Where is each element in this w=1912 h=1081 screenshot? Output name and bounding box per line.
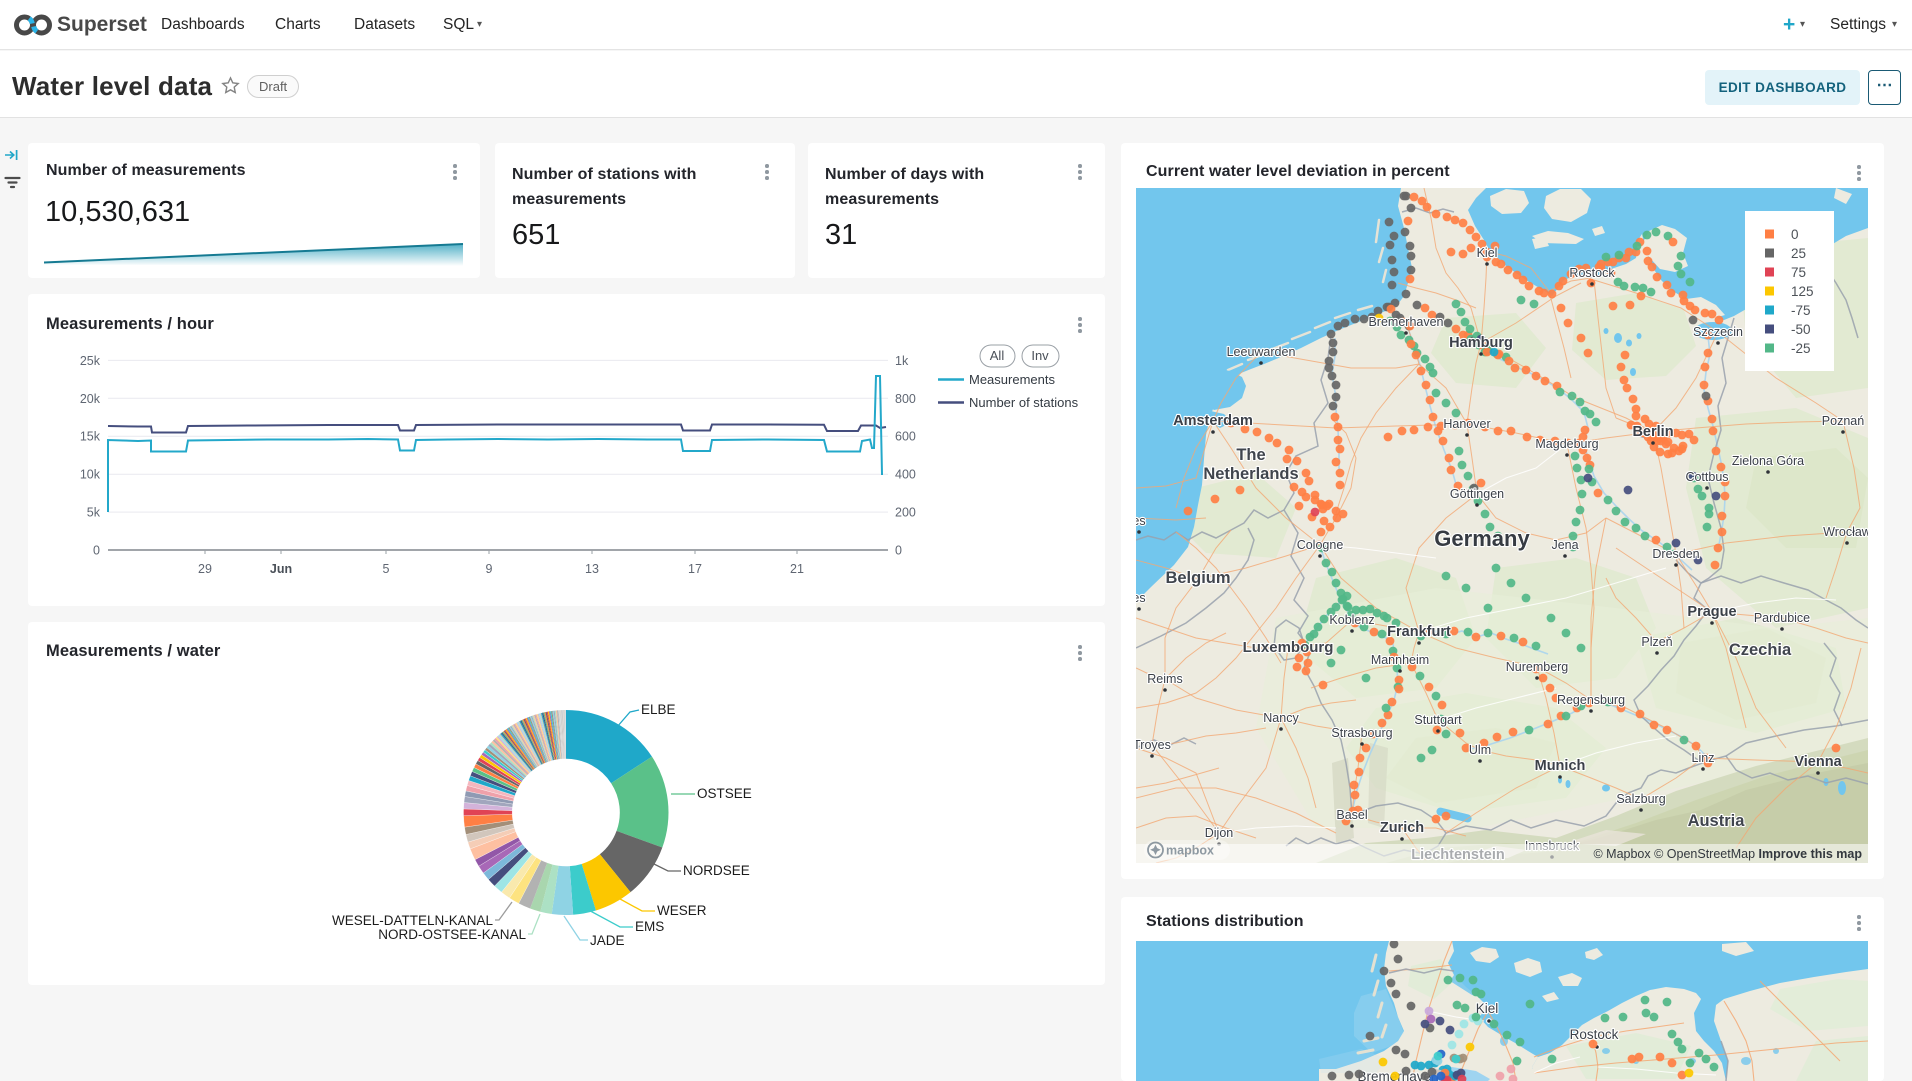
svg-text:13: 13 bbox=[585, 562, 599, 576]
svg-text:Belgium: Belgium bbox=[1165, 569, 1230, 587]
svg-text:Jun: Jun bbox=[270, 562, 292, 576]
svg-text:29: 29 bbox=[198, 562, 212, 576]
svg-text:Plzeň: Plzeň bbox=[1641, 635, 1672, 649]
svg-text:5: 5 bbox=[383, 562, 390, 576]
svg-text:17: 17 bbox=[688, 562, 702, 576]
svg-text:-25: -25 bbox=[1791, 341, 1811, 356]
svg-text:21: 21 bbox=[790, 562, 804, 576]
svg-text:Pardubice: Pardubice bbox=[1754, 611, 1810, 625]
svg-text:Koblenz: Koblenz bbox=[1329, 613, 1374, 627]
svg-text:NORD-OSTSEE-KANAL: NORD-OSTSEE-KANAL bbox=[378, 927, 526, 942]
svg-text:Berlin: Berlin bbox=[1632, 424, 1673, 440]
svg-text:Magdeburg: Magdeburg bbox=[1535, 437, 1598, 451]
svg-text:Amsterdam: Amsterdam bbox=[1173, 413, 1253, 429]
svg-text:0: 0 bbox=[1791, 227, 1799, 242]
svg-text:Kiel: Kiel bbox=[1476, 1001, 1499, 1016]
svg-text:Nancy: Nancy bbox=[1263, 711, 1299, 725]
svg-text:25: 25 bbox=[1791, 246, 1806, 261]
svg-text:Szczecin: Szczecin bbox=[1693, 325, 1743, 339]
svg-text:Troyes: Troyes bbox=[1136, 738, 1171, 752]
svg-text:Mannheim: Mannheim bbox=[1371, 653, 1429, 667]
svg-text:Stuttgart: Stuttgart bbox=[1414, 713, 1462, 727]
svg-text:200: 200 bbox=[895, 506, 916, 520]
svg-text:Salzburg: Salzburg bbox=[1616, 792, 1665, 806]
svg-text:Netherlands: Netherlands bbox=[1203, 465, 1298, 483]
svg-text:The: The bbox=[1236, 446, 1265, 464]
svg-text:Dresden: Dresden bbox=[1652, 547, 1699, 561]
svg-text:Measurements: Measurements bbox=[969, 372, 1055, 387]
svg-text:800: 800 bbox=[895, 392, 916, 406]
svg-text:10k: 10k bbox=[80, 468, 101, 482]
svg-text:Regensburg: Regensburg bbox=[1557, 693, 1625, 707]
svg-text:-75: -75 bbox=[1791, 303, 1811, 318]
svg-text:Czechia: Czechia bbox=[1729, 641, 1792, 659]
svg-text:OSTSEE: OSTSEE bbox=[697, 786, 752, 801]
svg-text:Number of stations: Number of stations bbox=[969, 395, 1079, 410]
svg-text:EMS: EMS bbox=[635, 919, 664, 934]
svg-text:NORDSEE: NORDSEE bbox=[683, 863, 750, 878]
svg-text:Hanover: Hanover bbox=[1443, 417, 1490, 431]
svg-text:Frankfurt: Frankfurt bbox=[1387, 624, 1451, 640]
svg-text:WESEL-DATTELN-KANAL: WESEL-DATTELN-KANAL bbox=[332, 913, 494, 928]
svg-text:Inv: Inv bbox=[1031, 348, 1049, 363]
svg-text:es: es bbox=[1136, 591, 1146, 605]
svg-text:Hamburg: Hamburg bbox=[1449, 335, 1513, 351]
svg-text:Bremerhaven: Bremerhaven bbox=[1368, 315, 1443, 329]
svg-text:All: All bbox=[990, 348, 1005, 363]
svg-text:400: 400 bbox=[895, 468, 916, 482]
svg-text:JADE: JADE bbox=[590, 933, 625, 948]
svg-text:Luxembourg: Luxembourg bbox=[1243, 639, 1334, 656]
svg-text:es: es bbox=[1136, 514, 1146, 528]
svg-text:75: 75 bbox=[1791, 265, 1806, 280]
svg-text:Nuremberg: Nuremberg bbox=[1506, 660, 1569, 674]
svg-text:Zielona Góra: Zielona Góra bbox=[1732, 454, 1804, 468]
svg-text:Kiel: Kiel bbox=[1477, 246, 1498, 260]
svg-text:Prague: Prague bbox=[1687, 604, 1736, 620]
svg-text:Göttingen: Göttingen bbox=[1450, 487, 1504, 501]
svg-text:Wrocław: Wrocław bbox=[1823, 525, 1868, 539]
svg-text:9: 9 bbox=[486, 562, 493, 576]
svg-text:mapbox: mapbox bbox=[1166, 844, 1214, 858]
svg-text:© Mapbox © OpenStreetMap Impro: © Mapbox © OpenStreetMap Improve this ma… bbox=[1593, 847, 1862, 861]
svg-text:Vienna: Vienna bbox=[1794, 754, 1842, 770]
svg-text:Dijon: Dijon bbox=[1205, 826, 1234, 840]
svg-text:Leeuwarden: Leeuwarden bbox=[1227, 345, 1296, 359]
svg-text:Cottbus: Cottbus bbox=[1685, 470, 1728, 484]
svg-text:Jena: Jena bbox=[1551, 538, 1578, 552]
svg-text:Zurich: Zurich bbox=[1380, 820, 1424, 836]
svg-text:Germany: Germany bbox=[1434, 526, 1530, 551]
svg-text:Austria: Austria bbox=[1688, 812, 1746, 830]
svg-text:Rostock: Rostock bbox=[1569, 266, 1615, 280]
svg-text:20k: 20k bbox=[80, 392, 101, 406]
svg-text:15k: 15k bbox=[80, 430, 101, 444]
svg-text:0: 0 bbox=[895, 544, 902, 558]
svg-text:0: 0 bbox=[93, 544, 100, 558]
svg-text:5k: 5k bbox=[87, 506, 101, 520]
svg-text:Basel: Basel bbox=[1336, 808, 1367, 822]
svg-text:25k: 25k bbox=[80, 354, 101, 368]
svg-text:Ulm: Ulm bbox=[1469, 743, 1491, 757]
svg-text:125: 125 bbox=[1791, 284, 1814, 299]
svg-text:Cologne: Cologne bbox=[1297, 538, 1344, 552]
svg-text:1k: 1k bbox=[895, 354, 909, 368]
svg-text:ELBE: ELBE bbox=[641, 702, 676, 717]
svg-text:Reims: Reims bbox=[1147, 672, 1182, 686]
svg-text:-50: -50 bbox=[1791, 322, 1811, 337]
svg-text:WESER: WESER bbox=[657, 903, 707, 918]
svg-text:Linz: Linz bbox=[1692, 751, 1715, 765]
svg-text:Strasbourg: Strasbourg bbox=[1331, 726, 1392, 740]
svg-text:600: 600 bbox=[895, 430, 916, 444]
svg-text:Poznań: Poznań bbox=[1822, 414, 1864, 428]
svg-text:Munich: Munich bbox=[1535, 758, 1586, 774]
